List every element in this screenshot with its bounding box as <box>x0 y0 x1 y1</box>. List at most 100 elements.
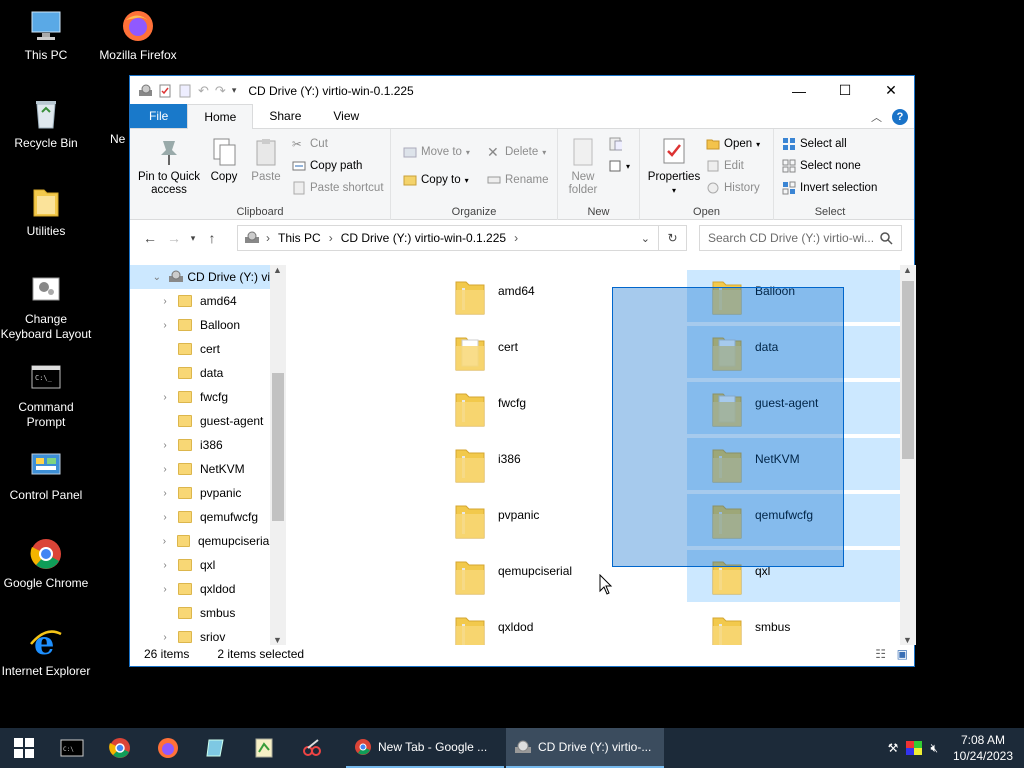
taskbar-command-prompt[interactable]: C:\ <box>48 728 96 768</box>
title-bar[interactable]: ↶ ↷ ▾ CD Drive (Y:) virtio-win-0.1.225 —… <box>130 76 914 105</box>
tab-home[interactable]: Home <box>187 104 254 129</box>
collapse-ribbon-icon[interactable]: ︿ <box>871 109 882 125</box>
nav-item[interactable]: › qxldod <box>130 577 272 601</box>
chevron-down-icon[interactable]: ▾ <box>232 85 237 96</box>
content-scroll-thumb[interactable] <box>902 281 914 459</box>
easy-access-button[interactable]: ▾ <box>608 159 630 173</box>
address-dropdown-icon[interactable]: ⌄ <box>641 232 650 245</box>
chevron-right-icon[interactable]: › <box>158 560 172 571</box>
paste-button[interactable]: Paste <box>248 137 284 184</box>
folder-item[interactable]: smbus <box>687 606 900 645</box>
chevron-right-icon[interactable]: › <box>158 464 172 475</box>
help-icon[interactable]: ? <box>892 109 908 125</box>
folder-item[interactable]: qxldod <box>430 606 680 645</box>
nav-item[interactable]: smbus <box>130 601 272 625</box>
copy-button[interactable]: Copy <box>206 137 242 184</box>
chevron-right-icon[interactable]: › <box>158 440 172 451</box>
nav-item[interactable]: › qemufwcfg <box>130 505 272 529</box>
move-to-button[interactable]: Move to ▾ <box>403 145 470 159</box>
nav-scroll-thumb[interactable] <box>272 373 284 521</box>
maximize-button[interactable]: ☐ <box>822 76 868 105</box>
close-button[interactable]: ✕ <box>868 76 914 105</box>
nav-item[interactable]: › i386 <box>130 433 272 457</box>
scroll-up-icon[interactable]: ▲ <box>273 265 282 275</box>
chevron-right-icon[interactable]: › <box>158 488 172 499</box>
undo-icon[interactable]: ↶ <box>198 83 209 99</box>
tab-view[interactable]: View <box>317 104 375 128</box>
desktop-icon-this-pc[interactable]: This PC <box>0 8 92 63</box>
nav-item[interactable]: data <box>130 361 272 385</box>
details-view-icon[interactable]: ☷ <box>875 647 886 661</box>
nav-item[interactable]: › NetKVM <box>130 457 272 481</box>
rename-button[interactable]: Rename <box>487 173 548 187</box>
copy-to-button[interactable]: Copy to ▾ <box>403 173 469 187</box>
cut-button[interactable]: ✂ Cut <box>292 137 328 151</box>
chevron-right-icon[interactable]: › <box>158 320 172 331</box>
back-button[interactable]: ← <box>138 230 162 246</box>
chevron-right-icon[interactable]: › <box>158 512 172 523</box>
invert-selection-button[interactable]: Invert selection <box>782 181 877 195</box>
taskbar-app-notepad[interactable] <box>192 728 240 768</box>
search-box[interactable]: Search CD Drive (Y:) virtio-wi... <box>699 225 902 251</box>
navigation-pane[interactable]: ⌄ CD Drive (Y:) vi › amd64 › Balloon cert dat… <box>130 265 286 645</box>
properties-button[interactable]: Properties ▾ <box>644 137 704 197</box>
nav-item[interactable]: › fwcfg <box>130 385 272 409</box>
select-all-button[interactable]: Select all <box>782 137 847 151</box>
taskbar-task-explorer[interactable]: CD Drive (Y:) virtio-... <box>506 728 664 768</box>
scroll-up-icon[interactable]: ▲ <box>903 265 912 275</box>
nav-scrollbar[interactable]: ▲ ▼ <box>270 265 286 645</box>
desktop-icon-control-panel[interactable]: Control Panel <box>0 448 92 503</box>
edit-button[interactable]: Edit <box>706 159 744 173</box>
breadcrumb-drive[interactable]: CD Drive (Y:) virtio-win-0.1.225 <box>341 231 506 245</box>
nav-item[interactable]: › pvpanic <box>130 481 272 505</box>
display-icon[interactable] <box>906 741 923 755</box>
desktop-icon-change-keyboard-layout[interactable]: Change Keyboard Layout <box>0 272 92 342</box>
recent-locations-button[interactable]: ▾ <box>186 233 200 244</box>
start-button[interactable] <box>0 728 48 768</box>
desktop-icon-new-partial[interactable]: Ne <box>92 96 130 147</box>
new-item-button[interactable] <box>608 137 622 151</box>
chevron-right-icon[interactable]: › <box>158 632 172 643</box>
volume-muted-icon[interactable]: 🔇︎ <box>930 741 938 756</box>
chevron-right-icon[interactable]: › <box>158 392 172 403</box>
desktop-icon-internet-explorer[interactable]: e Internet Explorer <box>0 624 92 679</box>
desktop-icon-recycle-bin[interactable]: Recycle Bin <box>0 96 92 151</box>
delete-button[interactable]: ✕ Delete ▾ <box>487 145 546 159</box>
history-button[interactable]: History <box>706 181 760 195</box>
address-bar[interactable]: › This PC › CD Drive (Y:) virtio-win-0.1… <box>237 225 659 251</box>
taskbar-task-chrome[interactable]: New Tab - Google ... <box>346 728 504 768</box>
content-scrollbar[interactable]: ▲ ▼ <box>900 265 916 645</box>
taskbar-firefox[interactable] <box>144 728 192 768</box>
pin-to-quick-access-button[interactable]: Pin to Quick access <box>136 137 202 197</box>
properties-icon[interactable] <box>158 84 172 98</box>
chevron-right-icon[interactable]: › <box>158 584 172 595</box>
chevron-right-icon[interactable]: › <box>158 296 172 307</box>
taskbar-app-snipping[interactable] <box>288 728 336 768</box>
select-none-button[interactable]: Select none <box>782 159 861 173</box>
desktop-icon-command-prompt[interactable]: C:\_ Command Prompt <box>0 360 92 430</box>
tab-share[interactable]: Share <box>253 104 317 128</box>
open-button[interactable]: Open ▾ <box>706 137 760 151</box>
nav-item[interactable]: cert <box>130 337 272 361</box>
chevron-right-icon[interactable]: › <box>158 536 171 547</box>
nav-item-drive[interactable]: ⌄ CD Drive (Y:) vi <box>130 265 270 289</box>
nav-item[interactable]: › amd64 <box>130 289 272 313</box>
paste-shortcut-button[interactable]: Paste shortcut <box>292 181 384 195</box>
large-icons-view-icon[interactable]: ▣ <box>897 647 908 661</box>
copy-path-button[interactable]: Copy path <box>292 159 362 173</box>
explorer-window[interactable]: ↶ ↷ ▾ CD Drive (Y:) virtio-win-0.1.225 —… <box>129 75 916 667</box>
breadcrumb-this-pc[interactable]: This PC <box>278 231 321 245</box>
tab-file[interactable]: File <box>130 104 188 128</box>
chevron-down-icon[interactable]: ⌄ <box>150 272 164 283</box>
up-button[interactable]: ↑ <box>200 230 224 246</box>
nav-item[interactable]: › Balloon <box>130 313 272 337</box>
taskbar-chrome[interactable] <box>96 728 144 768</box>
nav-item[interactable]: guest-agent <box>130 409 272 433</box>
clock[interactable]: 7:08 AM 10/24/2023 <box>942 732 1024 764</box>
desktop-icon-firefox[interactable]: Mozilla Firefox <box>92 8 184 63</box>
minimize-button[interactable]: — <box>776 76 822 105</box>
forward-button[interactable]: → <box>162 230 186 246</box>
redo-icon[interactable]: ↷ <box>215 83 226 99</box>
desktop-icon-utilities[interactable]: Utilities <box>0 184 92 239</box>
taskbar-app-editor[interactable] <box>240 728 288 768</box>
